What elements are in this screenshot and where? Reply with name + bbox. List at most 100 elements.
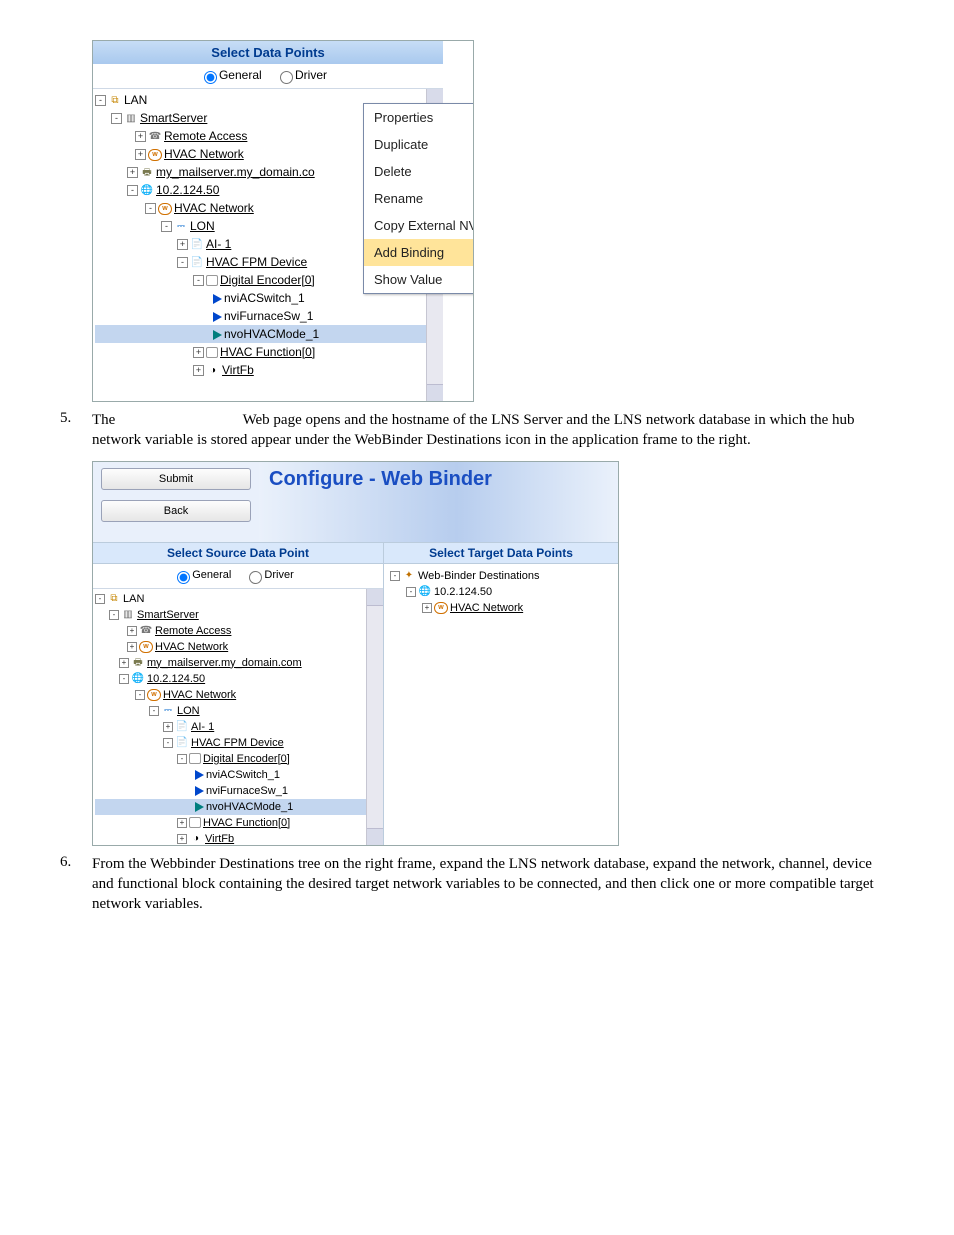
node-lon[interactable]: LON [190,219,215,233]
expand-icon[interactable]: + [127,642,137,652]
virtfb-icon: ◑ [189,833,203,845]
submit-button[interactable]: Submit [101,468,251,490]
radio-general-2[interactable] [177,571,190,584]
expand-icon[interactable]: + [135,149,146,160]
expand-icon[interactable]: - [177,754,187,764]
nv-output-icon [213,330,222,340]
expand-icon[interactable]: - [390,571,400,581]
expand-icon[interactable]: - [127,185,138,196]
remote-access-icon: ☎ [148,131,162,143]
expand-icon[interactable]: + [177,239,188,250]
src-ip[interactable]: 10.2.124.50 [147,673,205,685]
expand-icon[interactable]: + [119,658,129,668]
server-icon: ▥ [121,609,135,621]
ctx-copy-external-nv[interactable]: Copy External NV [364,212,474,239]
node-hvac-net-2[interactable]: HVAC Network [174,201,254,215]
expand-icon[interactable]: - [149,706,159,716]
back-button[interactable]: Back [101,500,251,522]
expand-icon[interactable]: - [177,257,188,268]
ctx-rename[interactable]: Rename [364,185,474,212]
src-virtfb[interactable]: VirtFb [205,833,234,845]
right-subtitle: Select Target Data Points [384,543,618,564]
node-hvac-func[interactable]: HVAC Function[0] [220,345,315,359]
node-virtfb[interactable]: VirtFb [222,363,254,377]
node-hvac-net-1[interactable]: HVAC Network [164,147,244,161]
expand-icon[interactable]: + [193,347,204,358]
expand-icon[interactable]: - [163,738,173,748]
src-mailserver[interactable]: my_mailserver.my_domain.com [147,657,302,669]
network-icon: ⧉ [108,95,122,107]
expand-icon[interactable]: - [145,203,156,214]
node-mailserver[interactable]: my_mailserver.my_domain.co [156,165,315,179]
nv-input-icon [213,312,222,322]
expand-icon[interactable]: - [109,610,119,620]
node-lan[interactable]: LAN [124,93,147,107]
radio-general[interactable] [204,71,217,84]
expand-icon[interactable]: + [177,818,187,828]
ctx-show-value[interactable]: Show Value [364,266,474,293]
node-hvac-fpm[interactable]: HVAC FPM Device [206,255,307,269]
step-number: 5. [60,410,92,451]
expand-icon[interactable]: - [111,113,122,124]
src-dig-enc[interactable]: Digital Encoder[0] [203,753,290,765]
globe-icon: 🌐 [131,673,145,685]
node-remote-access[interactable]: Remote Access [164,129,247,143]
radio-driver-label: Driver [295,68,327,82]
screenshot-select-data-points: Select Data Points General Driver -⧉LAN … [92,40,474,402]
ctx-duplicate[interactable]: Duplicate [364,131,474,158]
expand-icon[interactable]: + [127,167,138,178]
node-dig-enc[interactable]: Digital Encoder[0] [220,273,315,287]
radio-driver-2[interactable] [249,571,262,584]
node-ai1[interactable]: AI- 1 [206,237,231,251]
fb-icon [206,275,218,286]
expand-icon[interactable]: + [135,131,146,142]
src-remote-access[interactable]: Remote Access [155,625,231,637]
expand-icon[interactable]: + [422,603,432,613]
src-hvac-net-2[interactable]: HVAC Network [163,689,236,701]
expand-icon[interactable]: + [127,626,137,636]
radio-row-left: General Driver [93,564,383,588]
expand-icon[interactable]: - [406,587,416,597]
expand-icon[interactable]: - [161,221,172,232]
expand-icon[interactable]: + [177,834,187,844]
src-nv-ac[interactable]: nviACSwitch_1 [206,769,280,781]
tgt-hvac-net[interactable]: HVAC Network [450,602,523,614]
step-text-before: The [92,412,115,428]
expand-icon[interactable]: - [95,95,106,106]
node-smartserver[interactable]: SmartServer [140,111,207,125]
src-hvac-fpm[interactable]: HVAC FPM Device [191,737,284,749]
tgt-ip[interactable]: 10.2.124.50 [434,586,492,598]
ctx-properties[interactable]: Properties [364,104,474,131]
node-nv-mode[interactable]: nvoHVACMode_1 [224,327,319,341]
nv-input-icon [195,786,204,796]
expand-icon[interactable]: - [119,674,129,684]
src-hvac-net-1[interactable]: HVAC Network [155,641,228,653]
src-hvac-func[interactable]: HVAC Function[0] [203,817,290,829]
fb-icon [189,817,201,828]
mailserver-icon: 🖶 [140,167,154,179]
src-lan[interactable]: LAN [123,593,144,605]
expand-icon[interactable]: + [163,722,173,732]
radio-driver[interactable] [280,71,293,84]
node-nv-ac[interactable]: nviACSwitch_1 [224,291,305,305]
node-nv-furnace[interactable]: nviFurnaceSw_1 [224,309,313,323]
lon-icon: w [148,149,162,161]
expand-icon[interactable]: - [135,690,145,700]
tgt-root[interactable]: Web-Binder Destinations [418,570,539,582]
expand-icon[interactable]: - [193,275,204,286]
remote-access-icon: ☎ [139,625,153,637]
expand-icon[interactable]: + [193,365,204,376]
src-smartserver[interactable]: SmartServer [137,609,199,621]
node-ip[interactable]: 10.2.124.50 [156,183,219,197]
scrollbar[interactable] [366,589,383,845]
src-nv-mode[interactable]: nvoHVACMode_1 [206,801,293,813]
expand-icon[interactable]: - [95,594,105,604]
nv-output-icon [195,802,204,812]
src-nv-furnace[interactable]: nviFurnaceSw_1 [206,785,288,797]
step-text: From the Webbinder Destinations tree on … [92,854,894,915]
src-ai1[interactable]: AI- 1 [191,721,214,733]
src-lon[interactable]: LON [177,705,200,717]
panel-title: Select Data Points [93,41,443,64]
ctx-delete[interactable]: Delete [364,158,474,185]
ctx-add-binding[interactable]: Add Binding [364,239,474,266]
